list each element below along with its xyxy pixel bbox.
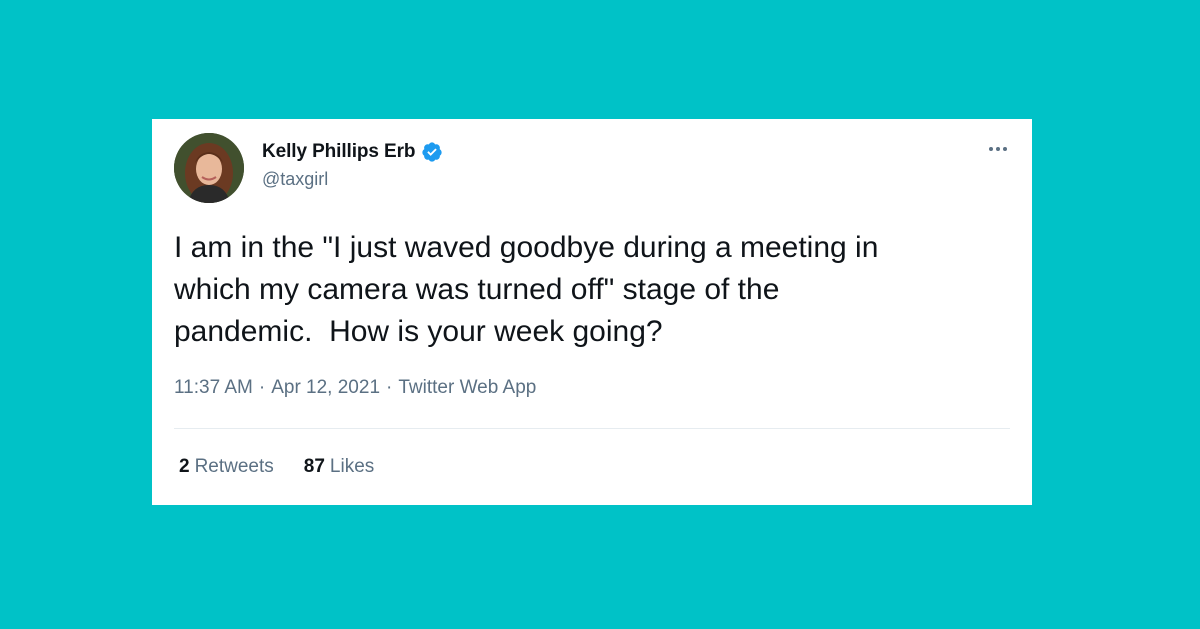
retweets-label: Retweets (194, 456, 274, 477)
avatar[interactable] (174, 133, 244, 203)
author-handle[interactable]: @taxgirl (262, 169, 328, 190)
tweet-time[interactable]: 11:37 AM (174, 377, 253, 399)
more-options-icon[interactable] (986, 137, 1010, 161)
avatar-photo (174, 133, 244, 203)
separator-dot: · (386, 377, 393, 398)
tweet-source[interactable]: Twitter Web App (398, 377, 536, 399)
divider (174, 428, 1010, 429)
likes-count: 87 (303, 456, 325, 477)
tweet-date[interactable]: Apr 12, 2021 (271, 377, 380, 399)
retweets-count: 2 (179, 456, 190, 477)
tweet-stats: 2 Retweets 87 Likes (179, 456, 374, 478)
tweet-text: I am in the "I just waved goodbye during… (174, 231, 879, 348)
author-name-row: Kelly Phillips Erb (262, 139, 443, 165)
retweets-stat[interactable]: 2 Retweets (179, 456, 274, 478)
author-display-name[interactable]: Kelly Phillips Erb (262, 141, 416, 163)
likes-label: Likes (329, 456, 375, 477)
tweet-metadata: 11:37 AM · Apr 12, 2021 · Twitter Web Ap… (174, 377, 536, 399)
separator-dot: · (258, 377, 266, 398)
tweet-card: Kelly Phillips Erb @taxgirl I am in the … (152, 119, 1032, 505)
likes-stat[interactable]: 87 Likes (304, 456, 375, 478)
verified-badge-icon (421, 141, 443, 163)
